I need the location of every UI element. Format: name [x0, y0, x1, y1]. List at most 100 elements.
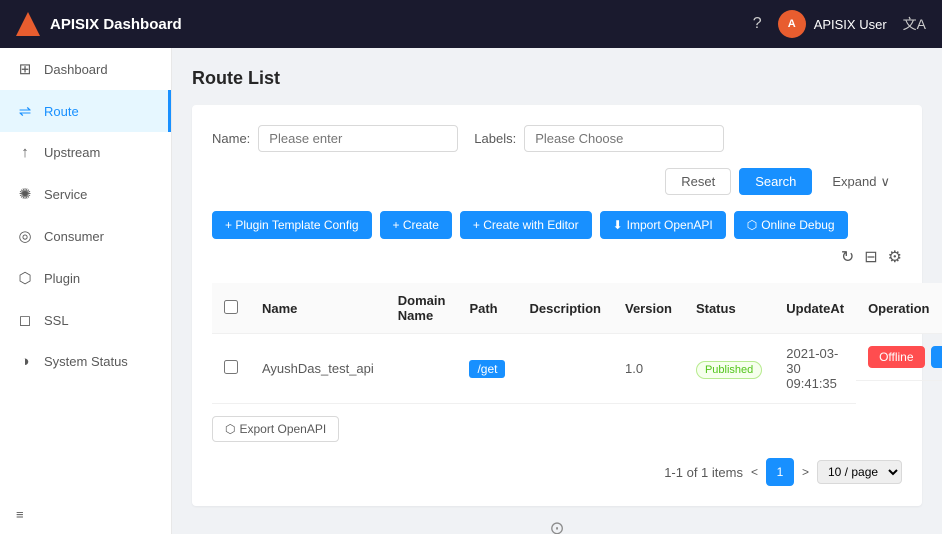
- row-description: [517, 334, 613, 404]
- row-version: 1.0: [613, 334, 684, 404]
- sidebar-item-upstream[interactable]: ↑ Upstream: [0, 132, 171, 173]
- row-checkbox[interactable]: [224, 360, 238, 374]
- sidebar-label-upstream: Upstream: [44, 145, 100, 160]
- row-name: AyushDas_test_api: [250, 334, 386, 404]
- app-title: APISIX Dashboard: [50, 16, 182, 33]
- language-switcher[interactable]: 文A: [903, 14, 926, 34]
- col-path: Path: [457, 283, 517, 334]
- toolbar-row: + Plugin Template Config + Create + Crea…: [212, 211, 902, 267]
- columns-icon[interactable]: ⊟: [864, 247, 877, 267]
- pagination-next[interactable]: >: [802, 465, 809, 479]
- pagination-page-1[interactable]: 1: [766, 458, 794, 486]
- import-icon: ⬇: [613, 218, 623, 232]
- import-button[interactable]: ⬇ Import OpenAPI: [600, 211, 726, 239]
- row-status: Published: [684, 334, 774, 404]
- plugin-icon: ⬡: [16, 269, 34, 287]
- import-label: Import OpenAPI: [627, 218, 713, 232]
- dashboard-icon: ⊞: [16, 60, 34, 78]
- sidebar-label-plugin: Plugin: [44, 271, 80, 286]
- sidebar-label-system-status: System Status: [44, 354, 128, 369]
- search-button[interactable]: Search: [739, 168, 812, 195]
- edit-button[interactable]: Edit: [931, 346, 942, 368]
- create-button[interactable]: + Create: [380, 211, 452, 239]
- debug-button[interactable]: ⬡ Online Debug: [734, 211, 848, 239]
- create-editor-button[interactable]: + Create with Editor: [460, 211, 592, 239]
- apisix-logo: [16, 12, 40, 36]
- export-icon: ⬡: [225, 422, 235, 436]
- header: APISIX Dashboard ? A APISIX User 文A: [0, 0, 942, 48]
- footer: ⊙ Copyright © 2021 Apache APISIX: [192, 506, 922, 534]
- collapse-icon: ≡: [16, 507, 24, 522]
- main-content: Route List Name: Labels: Reset Search Ex…: [172, 48, 942, 534]
- sidebar-item-consumer[interactable]: ◎ Consumer: [0, 215, 171, 257]
- ssl-icon: ◻: [16, 311, 34, 329]
- page-title: Route List: [192, 68, 922, 89]
- github-icon: ⊙: [204, 518, 910, 534]
- labels-input[interactable]: [524, 125, 724, 152]
- expand-label: Expand: [832, 174, 876, 189]
- offline-button[interactable]: Offline: [868, 346, 924, 368]
- route-icon: ⇌: [16, 102, 34, 120]
- sidebar-label-consumer: Consumer: [44, 229, 104, 244]
- filter-actions: Reset Search Expand ∨: [665, 168, 902, 195]
- row-checkbox-cell: [212, 334, 250, 404]
- sidebar-label-service: Service: [44, 187, 87, 202]
- col-operation: Operation: [856, 283, 942, 334]
- row-domain-name: [386, 334, 458, 404]
- refresh-icon[interactable]: ↻: [841, 247, 854, 267]
- table-header-row: Name Domain Name Path Description Versio…: [212, 283, 942, 334]
- service-icon: ✺: [16, 185, 34, 203]
- filter-row: Name: Labels: Reset Search Expand ∨: [212, 125, 902, 195]
- layout: ⊞ Dashboard ⇌ Route ↑ Upstream ✺ Service…: [0, 48, 942, 534]
- row-operations: Offline Edit View Delete: [856, 334, 942, 381]
- name-label: Name:: [212, 131, 250, 146]
- col-checkbox: [212, 283, 250, 334]
- toolbar-icons: ↻ ⊟ ⚙: [841, 247, 902, 267]
- sidebar-label-ssl: SSL: [44, 313, 69, 328]
- col-status: Status: [684, 283, 774, 334]
- debug-icon: ⬡: [747, 218, 757, 232]
- sidebar-item-dashboard[interactable]: ⊞ Dashboard: [0, 48, 171, 90]
- help-icon[interactable]: ?: [753, 15, 762, 33]
- name-input[interactable]: [258, 125, 458, 152]
- col-version: Version: [613, 283, 684, 334]
- col-updated-at: UpdateAt: [774, 283, 856, 334]
- sidebar-item-ssl[interactable]: ◻ SSL: [0, 299, 171, 341]
- col-description: Description: [517, 283, 613, 334]
- status-badge: Published: [696, 361, 762, 379]
- export-section: ⬡ Export OpenAPI: [212, 416, 902, 442]
- system-status-icon: ◑: [16, 353, 34, 370]
- sidebar-collapse[interactable]: ≡: [0, 495, 171, 534]
- pagination-row: 1-1 of 1 items < 1 > 10 / page 20 / page…: [212, 458, 902, 486]
- expand-button[interactable]: Expand ∨: [820, 169, 902, 195]
- row-path: /get: [457, 334, 517, 404]
- sidebar-item-plugin[interactable]: ⬡ Plugin: [0, 257, 171, 299]
- path-tag: /get: [469, 360, 505, 378]
- name-filter-group: Name:: [212, 125, 458, 152]
- upstream-icon: ↑: [16, 144, 34, 161]
- route-list-card: Name: Labels: Reset Search Expand ∨: [192, 105, 922, 506]
- header-left: APISIX Dashboard: [16, 12, 182, 36]
- chevron-down-icon: ∨: [880, 174, 890, 190]
- sidebar-item-system-status[interactable]: ◑ System Status: [0, 341, 171, 382]
- page-size-select[interactable]: 10 / page 20 / page 50 / page: [817, 460, 902, 484]
- user-name: APISIX User: [814, 17, 887, 32]
- consumer-icon: ◎: [16, 227, 34, 245]
- reset-button[interactable]: Reset: [665, 168, 731, 195]
- col-name: Name: [250, 283, 386, 334]
- sidebar-item-route[interactable]: ⇌ Route: [0, 90, 171, 132]
- labels-filter-group: Labels:: [474, 125, 724, 152]
- user-menu[interactable]: A APISIX User: [778, 10, 887, 38]
- export-button[interactable]: ⬡ Export OpenAPI: [212, 416, 339, 442]
- header-right: ? A APISIX User 文A: [753, 10, 926, 38]
- debug-label: Online Debug: [761, 218, 834, 232]
- sidebar-item-service[interactable]: ✺ Service: [0, 173, 171, 215]
- pagination-prev[interactable]: <: [751, 465, 758, 479]
- select-all-checkbox[interactable]: [224, 300, 238, 314]
- table-row: AyushDas_test_api /get 1.0 Published 202…: [212, 334, 942, 404]
- sidebar: ⊞ Dashboard ⇌ Route ↑ Upstream ✺ Service…: [0, 48, 172, 534]
- plugin-template-button[interactable]: + Plugin Template Config: [212, 211, 372, 239]
- settings-icon[interactable]: ⚙: [888, 247, 902, 267]
- sidebar-label-dashboard: Dashboard: [44, 62, 108, 77]
- export-label: Export OpenAPI: [239, 422, 326, 436]
